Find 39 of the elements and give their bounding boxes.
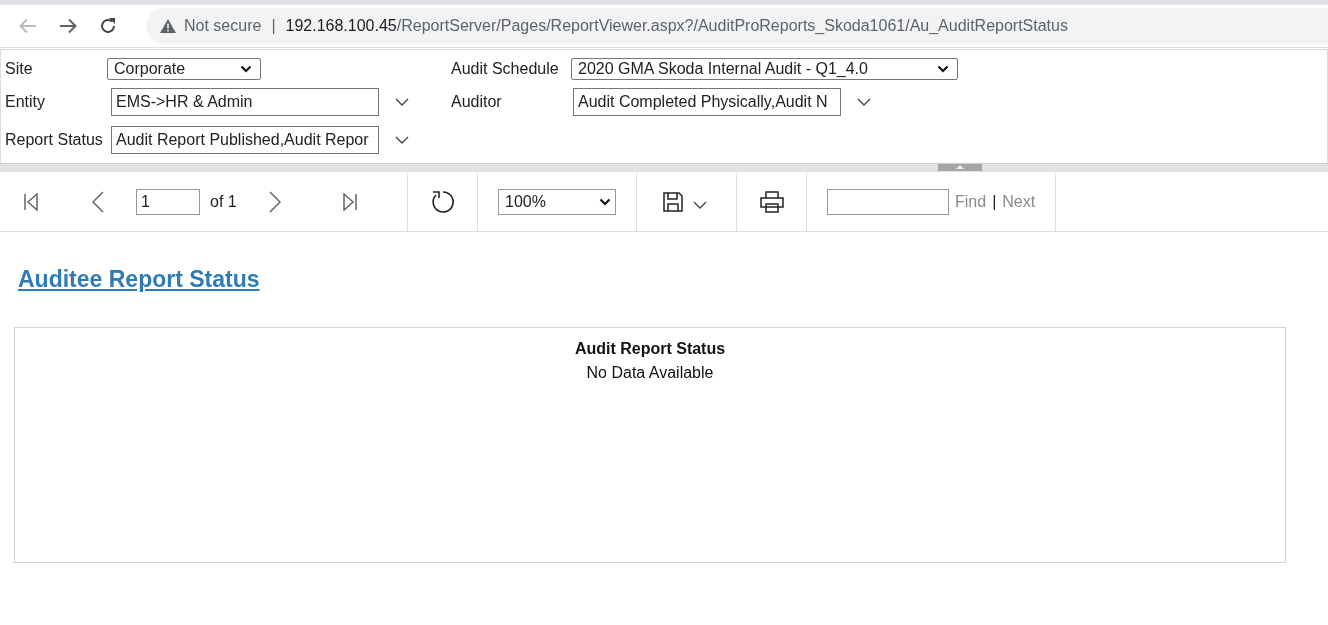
zoom-dropdown[interactable]: 100% <box>498 189 616 215</box>
field-label: Auditor <box>451 92 503 112</box>
refresh-icon[interactable] <box>429 189 456 215</box>
report-title-link[interactable]: Auditee Report Status <box>18 266 260 293</box>
table-title: Audit Report Status <box>574 340 726 358</box>
chevron-down-icon <box>395 98 409 106</box>
security-label: Not secure <box>184 17 262 35</box>
reload-icon[interactable] <box>99 17 117 35</box>
multi-select-field[interactable]: Audit Completed Physically,Audit N <box>573 88 841 116</box>
field-label: Report Status <box>5 130 104 150</box>
first-page-icon[interactable] <box>24 193 38 211</box>
empty-message: No Data Available <box>586 364 714 382</box>
printer-icon[interactable] <box>759 191 784 213</box>
forward-arrow-icon[interactable] <box>59 18 77 34</box>
caret-icon <box>937 65 949 73</box>
multi-select-field[interactable]: EMS->HR & Admin <box>111 88 379 116</box>
last-page-icon[interactable] <box>342 193 357 211</box>
multi-select-field[interactable]: Audit Report Published,Audit Repor <box>111 126 379 154</box>
page-number-field[interactable]: 1 <box>136 189 200 215</box>
warning-icon <box>160 19 176 33</box>
chevron-down-icon <box>395 136 409 144</box>
dropdown[interactable]: 2020 GMA Skoda Internal Audit - Q1_4.0 <box>571 58 958 80</box>
chevron-right-icon[interactable] <box>268 191 281 213</box>
field-label: Site <box>5 59 34 79</box>
chevron-down-icon <box>857 98 871 106</box>
separator-mark: | <box>992 193 997 211</box>
collapse-handle-icon[interactable] <box>956 164 964 169</box>
divider-mark: | <box>271 17 276 35</box>
address-bar[interactable]: Not secure | 192.168.100.45/ReportServer/Pages/ReportViewer.aspx?/AuditProReports_Skoda1061/Au_AuditReportStatus <box>146 8 1328 44</box>
field-label: Audit Schedule <box>451 59 560 79</box>
field-label: Entity <box>5 92 46 112</box>
page-count: of 1 <box>210 193 237 211</box>
dropdown[interactable]: Corporate <box>107 58 261 80</box>
url-text: 192.168.100.45/ReportServer/Pages/ReportViewer.aspx?/AuditProReports_Skoda1061/Au_AuditReportStatus <box>285 17 1068 35</box>
caret-icon <box>693 201 707 209</box>
caret-icon <box>240 65 252 73</box>
find-field[interactable] <box>827 189 949 215</box>
chevron-left-icon[interactable] <box>92 191 104 213</box>
caret-icon <box>599 198 611 206</box>
